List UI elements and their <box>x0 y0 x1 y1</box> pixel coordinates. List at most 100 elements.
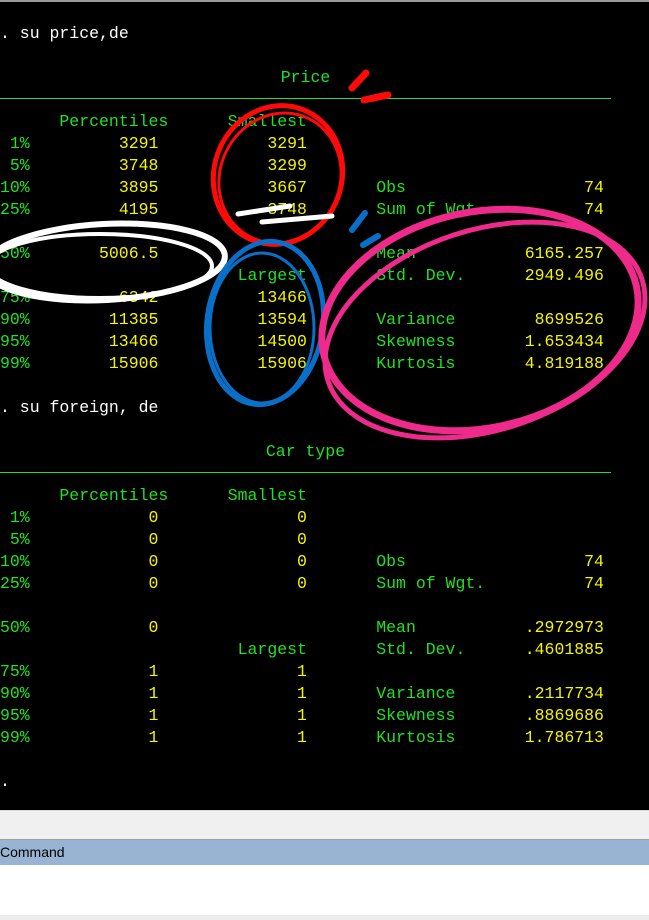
status-strip <box>0 915 649 920</box>
stat-label: Variance <box>376 310 456 329</box>
table-row: 1% 3291 3291 <box>0 133 604 155</box>
command-echo: . su foreign, de <box>0 398 159 417</box>
stat-value: 74 <box>584 178 604 197</box>
percentile-value: 1 <box>148 684 159 703</box>
percentile-value: 6342 <box>118 288 159 307</box>
percentile-label: 50% <box>0 244 30 263</box>
smallest-largest-value: 0 <box>297 530 307 549</box>
smallest-largest-value: 15906 <box>257 354 307 373</box>
stat-value: 2949.496 <box>524 266 604 285</box>
table-rule <box>0 98 611 99</box>
table-row: 5% 3748 3299 <box>0 155 604 177</box>
stat-value: .4601885 <box>524 640 604 659</box>
table-row: 5% 0 0 <box>0 529 604 551</box>
percentile-label: 10% <box>0 552 30 571</box>
smallest-largest-value: 13594 <box>257 310 307 329</box>
smallest-largest-value: 3667 <box>267 178 307 197</box>
percentiles-header: Percentiles <box>59 486 169 505</box>
smallest-largest-value: 0 <box>297 552 307 571</box>
table-row: 1% 0 0 <box>0 507 604 529</box>
stat-label: Variance <box>376 684 456 703</box>
table-title: Price <box>280 68 331 87</box>
smallest-largest-value: 1 <box>297 684 307 703</box>
percentile-label: 95% <box>0 706 30 725</box>
percentile-label: 1% <box>9 134 30 153</box>
percentile-value: 0 <box>148 618 159 637</box>
smallest-largest-value: 14500 <box>257 332 307 351</box>
command-panel-title: Command <box>0 844 65 860</box>
percentile-value: 3291 <box>118 134 159 153</box>
percentile-value: 1 <box>148 662 159 681</box>
stat-value: 74 <box>584 574 604 593</box>
stat-value: .2972973 <box>524 618 604 637</box>
table-row: 50% 0 Mean .2972973 <box>0 617 604 639</box>
percentile-label: 10% <box>0 178 30 197</box>
smallest-largest-value: 13466 <box>257 288 307 307</box>
percentile-value: 1 <box>148 728 159 747</box>
percentile-label: 99% <box>0 354 30 373</box>
table-row: 99% 15906 15906 Kurtosis 4.819188 <box>0 353 604 375</box>
command-input[interactable] <box>0 865 649 915</box>
percentile-value: 0 <box>148 574 159 593</box>
percentile-value: 0 <box>148 530 159 549</box>
stat-label: Skewness <box>376 332 456 351</box>
percentile-label: 75% <box>0 662 30 681</box>
percentile-label: 99% <box>0 728 30 747</box>
stat-value: 1.786713 <box>524 728 604 747</box>
table-header-row: Percentiles Smallest <box>0 485 307 507</box>
stat-value: 1.653434 <box>524 332 604 351</box>
stat-label: Mean <box>376 244 416 263</box>
stat-label: Skewness <box>376 706 456 725</box>
table-row: 10% 3895 3667 Obs 74 <box>0 177 604 199</box>
table-row: 95% 13466 14500 Skewness 1.653434 <box>0 331 604 353</box>
table-row: 75% 6342 13466 <box>0 287 604 309</box>
stat-label: Obs <box>376 552 406 571</box>
toolbar-strip <box>0 810 649 840</box>
smallest-largest-value: 3291 <box>267 134 307 153</box>
stat-value: 74 <box>584 552 604 571</box>
smallest-largest-value: 1 <box>297 706 307 725</box>
table-row: 25% 0 0 Sum of Wgt. 74 <box>0 573 604 595</box>
percentile-label: 90% <box>0 684 30 703</box>
smallest-largest-value: 0 <box>297 508 307 527</box>
stat-label: Sum of Wgt. <box>376 574 486 593</box>
percentile-label: 25% <box>0 200 30 219</box>
table-row: 95% 1 1 Skewness .8869686 <box>0 705 604 727</box>
table-rule <box>0 472 611 473</box>
percentile-value: 11385 <box>108 310 159 329</box>
smallest-header: Smallest <box>227 112 307 131</box>
command-prompt: . <box>0 772 10 791</box>
table-row: 10% 0 0 Obs 74 <box>0 551 604 573</box>
percentile-label: 75% <box>0 288 30 307</box>
stat-label: Kurtosis <box>376 354 456 373</box>
percentile-label: 90% <box>0 310 30 329</box>
stat-label: Std. Dev. <box>376 640 466 659</box>
table-row: 50% 5006.5 Mean 6165.257 <box>0 243 604 265</box>
stat-value: 6165.257 <box>524 244 604 263</box>
percentiles-header: Percentiles <box>59 112 169 131</box>
smallest-largest-value: 0 <box>297 574 307 593</box>
percentile-label: 5% <box>9 156 30 175</box>
smallest-largest-value: 3299 <box>267 156 307 175</box>
table-row: 25% 4195 3748 Sum of Wgt. 74 <box>0 199 604 221</box>
command-panel-header: Command <box>0 840 649 865</box>
percentile-value: 3895 <box>118 178 159 197</box>
stat-value: .2117734 <box>524 684 604 703</box>
percentile-value: 4195 <box>118 200 159 219</box>
stat-label: Obs <box>376 178 406 197</box>
percentile-value: 3748 <box>118 156 159 175</box>
percentile-label: 25% <box>0 574 30 593</box>
smallest-largest-value: 3748 <box>267 200 307 219</box>
stat-label: Mean <box>376 618 416 637</box>
table-header-row: Percentiles Smallest <box>0 111 307 133</box>
table-row: 75% 1 1 <box>0 661 604 683</box>
largest-header: Largest <box>237 266 307 285</box>
percentile-label: 95% <box>0 332 30 351</box>
percentile-label: 1% <box>9 508 30 527</box>
stat-label: Sum of Wgt. <box>376 200 486 219</box>
stat-label: Kurtosis <box>376 728 456 747</box>
percentile-value: 1 <box>148 706 159 725</box>
stat-value: 74 <box>584 200 604 219</box>
smallest-largest-value: 1 <box>297 662 307 681</box>
stat-value: 4.819188 <box>524 354 604 373</box>
